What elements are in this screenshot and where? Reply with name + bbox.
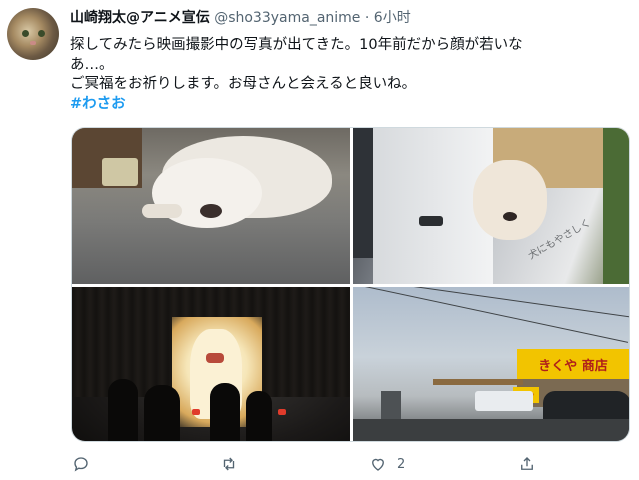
- avatar-eye: [38, 30, 45, 37]
- red-light: [192, 409, 200, 415]
- dog-paw: [142, 204, 182, 218]
- share-button[interactable]: [518, 455, 536, 473]
- grass: [603, 128, 629, 284]
- reply-button[interactable]: [72, 455, 90, 473]
- white-truck: [475, 391, 533, 411]
- tweet-text: 探してみたら映画撮影中の写真が出てきた。10年前だから顔が若いな あ…。 ご冥福…: [70, 36, 625, 114]
- author-name[interactable]: 山崎翔太@アニメ宣伝: [70, 10, 210, 26]
- separator: ·: [364, 10, 370, 26]
- silhouette-person: [246, 391, 272, 441]
- background-box: [102, 158, 138, 186]
- retweet-button[interactable]: [220, 455, 238, 473]
- power-line: [355, 287, 629, 343]
- awning: [433, 379, 523, 385]
- tweet-line: あ…。: [70, 56, 114, 73]
- silhouette-person: [144, 385, 180, 441]
- avatar[interactable]: [7, 8, 59, 60]
- red-light: [278, 409, 286, 415]
- media-grid: 犬にもやさしく きくや 商店 くや: [71, 127, 630, 442]
- road: [353, 419, 629, 441]
- silhouette-person: [108, 379, 138, 441]
- tweet-line: 探してみたら映画撮影中の写真が出てきた。10年前だから顔が若いな: [70, 37, 523, 53]
- reply-icon: [74, 457, 88, 472]
- photo-shop-street[interactable]: きくや 商店 くや: [353, 287, 629, 441]
- dog-face: [473, 160, 547, 240]
- hashtag-link[interactable]: #わさお: [70, 96, 126, 112]
- timestamp[interactable]: 6小时: [374, 10, 411, 26]
- dog-nose: [503, 212, 517, 221]
- dog-nose: [200, 204, 222, 218]
- like-count: 2: [397, 456, 406, 472]
- tweet-actions: 2: [0, 455, 639, 475]
- share-icon: [521, 457, 533, 470]
- retweet-icon: [223, 457, 235, 471]
- photo-lantern-dog[interactable]: [72, 287, 350, 441]
- like-button[interactable]: 2: [369, 455, 405, 473]
- photo-sleeping-dog[interactable]: [72, 128, 350, 284]
- door-handle: [419, 216, 443, 226]
- photo-dog-in-truck[interactable]: 犬にもやさしく: [353, 128, 629, 284]
- avatar-nose: [30, 41, 36, 45]
- shop-sign: きくや 商店: [517, 349, 629, 379]
- tweet-line: ご冥福をお祈りします。お母さんと会えると良いね。: [70, 76, 417, 92]
- tweet-header: 山崎翔太@アニメ宣伝 @sho33yama_anime · 6小时: [70, 8, 411, 28]
- author-handle[interactable]: @sho33yama_anime: [214, 10, 360, 26]
- silhouette-person: [210, 383, 240, 441]
- lantern-dog-mouth: [206, 353, 224, 363]
- avatar-eye: [22, 30, 29, 37]
- like-icon: [372, 458, 384, 471]
